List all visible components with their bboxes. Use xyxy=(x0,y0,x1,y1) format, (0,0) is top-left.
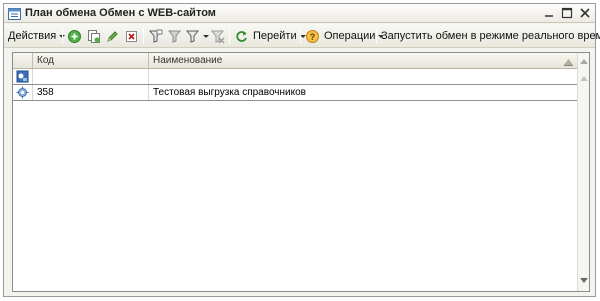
clear-filter-icon xyxy=(210,30,225,43)
svg-text:?: ? xyxy=(310,32,316,42)
exchange-plan-icon xyxy=(8,7,21,20)
title-bar: План обмена Обмен с WEB-сайтом xyxy=(4,4,595,23)
table-row[interactable]: 358 Тестовая выгрузка справочников xyxy=(13,85,579,100)
table-row[interactable] xyxy=(13,69,579,84)
goto-menu[interactable]: Перейти xyxy=(253,27,306,45)
add-icon xyxy=(68,29,81,43)
add-button[interactable] xyxy=(67,27,82,45)
copy-button[interactable] xyxy=(86,27,101,45)
name-value: Тестовая выгрузка справочников xyxy=(153,87,306,98)
start-realtime-exchange-label: Запустить обмен в режиме реального време… xyxy=(381,30,600,42)
refresh-icon xyxy=(236,30,247,42)
minimize-button[interactable] xyxy=(541,5,557,21)
toolbar-separator xyxy=(62,28,63,44)
edit-button[interactable] xyxy=(105,27,120,45)
column-header-code[interactable]: Код xyxy=(33,53,149,69)
toolbar: Действия Перейти ? Операции Запустить об… xyxy=(4,24,600,48)
vertical-scrollbar[interactable] xyxy=(577,53,589,291)
code-cell[interactable] xyxy=(33,69,149,84)
filter-history-icon xyxy=(185,30,200,43)
chevron-down-icon xyxy=(203,34,209,38)
column-header-code-label: Код xyxy=(37,55,55,66)
name-cell[interactable]: Тестовая выгрузка справочников xyxy=(149,85,579,100)
exchange-nodes-table[interactable]: Код Наименование 358 Тестовая выгрузка с… xyxy=(12,52,590,292)
filter-by-value-icon xyxy=(167,30,182,43)
filter-history-button[interactable] xyxy=(185,27,209,45)
clear-filter-button[interactable] xyxy=(210,27,225,45)
refresh-button[interactable] xyxy=(234,27,249,45)
exchange-plan-window: План обмена Обмен с WEB-сайтом Действия xyxy=(3,3,600,297)
toolbar-separator xyxy=(229,28,230,44)
code-value: 358 xyxy=(37,87,54,98)
actions-menu-label: Действия xyxy=(8,30,57,42)
scroll-down-arrow-icon[interactable] xyxy=(580,275,588,287)
sort-asc-icon xyxy=(564,57,573,69)
actions-menu[interactable]: Действия xyxy=(8,27,66,45)
copy-icon xyxy=(88,29,100,43)
close-button[interactable] xyxy=(577,5,593,21)
help-button[interactable]: ? xyxy=(305,27,320,45)
row-marker-header xyxy=(13,53,33,69)
row-marker xyxy=(13,69,33,84)
pencil-icon xyxy=(107,30,118,42)
delete-icon xyxy=(126,30,137,42)
delete-button[interactable] xyxy=(124,27,139,45)
filter-button[interactable] xyxy=(148,27,163,45)
maximize-button[interactable] xyxy=(559,5,575,21)
toolbar-separator xyxy=(143,28,144,44)
window-title: План обмена Обмен с WEB-сайтом xyxy=(25,7,216,19)
help-icon: ? xyxy=(306,29,319,43)
toolbar-separator xyxy=(300,28,301,44)
scroll-up-arrow-icon[interactable] xyxy=(580,56,588,68)
code-cell[interactable]: 358 xyxy=(33,85,149,100)
goto-menu-label: Перейти xyxy=(253,30,297,42)
column-header-name[interactable]: Наименование xyxy=(149,53,579,69)
name-cell[interactable] xyxy=(149,69,579,84)
operations-menu-label: Операции xyxy=(324,30,376,42)
scroll-top-icon[interactable] xyxy=(580,73,588,85)
filter-icon xyxy=(148,29,163,43)
filter-value-button[interactable] xyxy=(167,27,182,45)
start-realtime-exchange-button[interactable]: Запустить обмен в режиме реального време… xyxy=(381,27,600,45)
column-header-name-label: Наименование xyxy=(153,55,223,66)
row-divider xyxy=(13,100,577,101)
toolbar-separator xyxy=(376,28,377,44)
row-marker xyxy=(13,85,33,100)
